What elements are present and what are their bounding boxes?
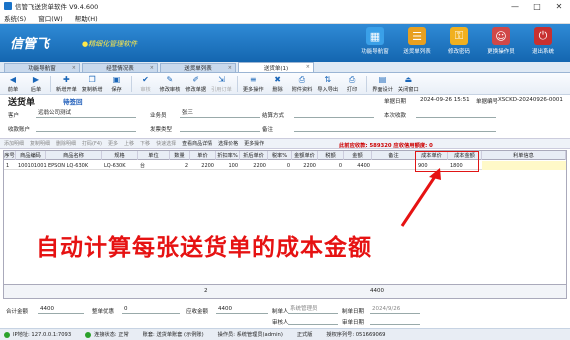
status-dot-icon: [4, 331, 10, 338]
maker-label: 制单人: [272, 309, 289, 315]
bottom-form: 合计金额 4400 整单优惠 0 应收金额 4400 制单人 系统管理员 制单日…: [0, 305, 570, 327]
audit-field: [288, 316, 338, 325]
total-field[interactable]: 4400: [38, 305, 84, 314]
make-date-field: 2024/9/26: [370, 305, 420, 314]
discount-field[interactable]: 0: [122, 305, 180, 314]
status-operator: 操作员: 系统管理员(admin): [217, 332, 283, 338]
receivable-field[interactable]: 4400: [216, 305, 268, 314]
status-dot-icon: [85, 331, 92, 338]
callout-arrow: [400, 168, 441, 227]
status-connection: 连接状态: 正常: [94, 332, 129, 338]
audit-label: 审核人: [272, 320, 289, 326]
maker-field: 系统管理员: [288, 305, 338, 314]
status-serial: 授权序列号: 051669069: [326, 332, 386, 338]
status-ip: IP地址: 127.0.0.1:7093: [13, 332, 72, 338]
status-bar: IP地址: 127.0.0.1:7093 连接状态: 正常 账套: 送货单账套 …: [0, 328, 570, 340]
receivable-label: 应收金额: [186, 309, 209, 315]
callout-text: 自动计算每张送货单的成本金额: [36, 235, 372, 261]
status-edition: 正式版: [296, 332, 313, 338]
status-account-set: 账套: 送货单账套 (示例账): [142, 332, 204, 338]
total-label: 合计金额: [6, 309, 29, 315]
audit-date-label: 审单日期: [342, 320, 365, 326]
discount-label: 整单优惠: [92, 309, 115, 315]
make-date-label: 制单日期: [342, 309, 365, 315]
audit-date-field: [370, 316, 420, 325]
